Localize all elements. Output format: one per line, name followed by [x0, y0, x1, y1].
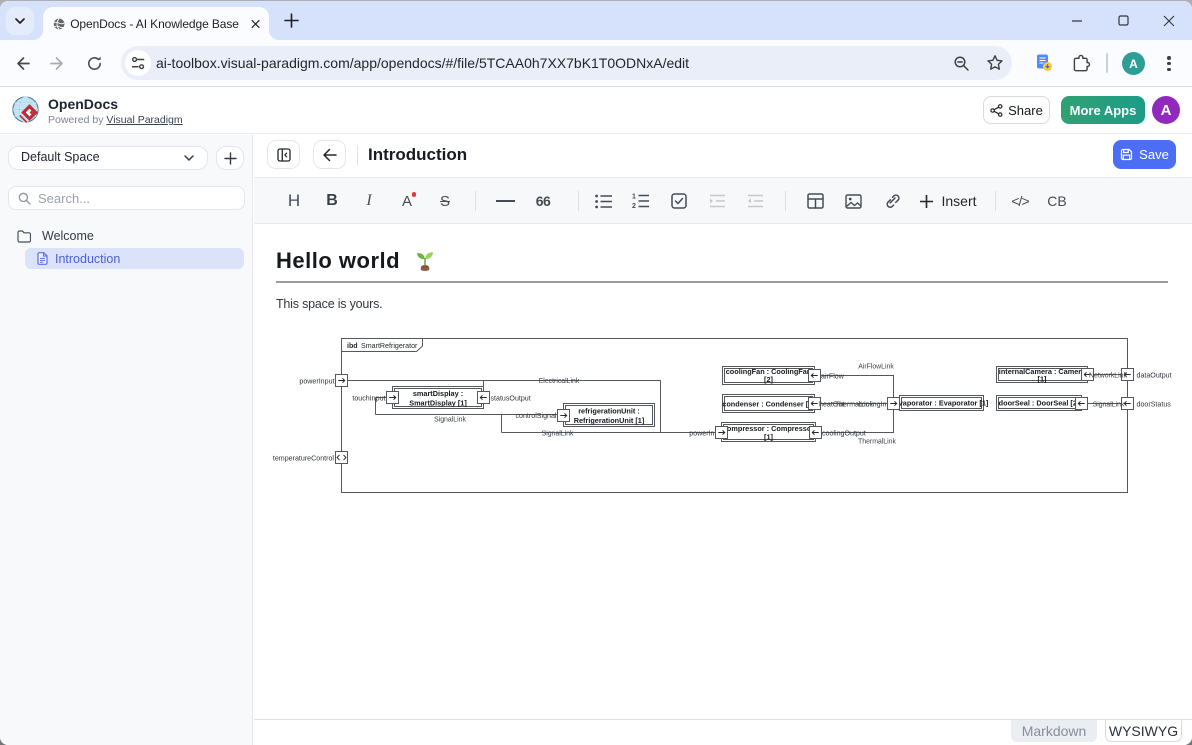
- svg-text:doorStatus: doorStatus: [1137, 401, 1172, 409]
- svg-text:statusOutput: statusOutput: [491, 395, 531, 403]
- svg-text:ThermalLink: ThermalLink: [835, 402, 873, 409]
- svg-text:2: 2: [632, 203, 636, 209]
- svg-text:SignalLink: SignalLink: [542, 430, 574, 437]
- svg-text:powerIn: powerIn: [689, 430, 714, 438]
- svg-text:SmartRefrigerator: SmartRefrigerator: [361, 342, 418, 350]
- svg-text:smartDisplay :: smartDisplay :: [413, 389, 463, 398]
- svg-text:NetworkLink: NetworkLink: [1089, 373, 1127, 380]
- svg-text:SmartDisplay [1]: SmartDisplay [1]: [409, 399, 467, 408]
- svg-text:SignalLink: SignalLink: [434, 417, 466, 424]
- svg-text:ibd: ibd: [347, 342, 358, 350]
- svg-text:touchInput: touchInput: [352, 395, 385, 403]
- svg-text:SignalLink: SignalLink: [1093, 402, 1125, 409]
- svg-text:[1]: [1]: [764, 432, 773, 441]
- svg-text:temperatureControl: temperatureControl: [273, 455, 335, 463]
- svg-text:[2]: [2]: [764, 375, 773, 384]
- svg-text:refrigerationUnit :: refrigerationUnit :: [578, 407, 640, 416]
- svg-text:dataOutput: dataOutput: [1137, 372, 1172, 380]
- svg-text:[1]: [1]: [1038, 375, 1047, 384]
- svg-text:doorSeal : DoorSeal [2]: doorSeal : DoorSeal [2]: [999, 399, 1080, 408]
- svg-text:evaporator : Evaporator [1]: evaporator : Evaporator [1]: [895, 399, 989, 408]
- svg-text:airFlow: airFlow: [821, 373, 845, 381]
- svg-text:powerInput: powerInput: [299, 377, 334, 385]
- svg-text:condenser : Condenser [1]: condenser : Condenser [1]: [722, 400, 815, 409]
- svg-text:1: 1: [632, 194, 636, 201]
- svg-text:AirFlowLink: AirFlowLink: [858, 364, 894, 371]
- svg-text:coolingOutput: coolingOutput: [822, 430, 866, 438]
- svg-text:controlSignal: controlSignal: [515, 412, 556, 420]
- svg-text:ThermalLink: ThermalLink: [858, 439, 896, 446]
- svg-text:ElectricalLink: ElectricalLink: [539, 378, 580, 385]
- svg-text:RefrigerationUnit [1]: RefrigerationUnit [1]: [574, 416, 645, 425]
